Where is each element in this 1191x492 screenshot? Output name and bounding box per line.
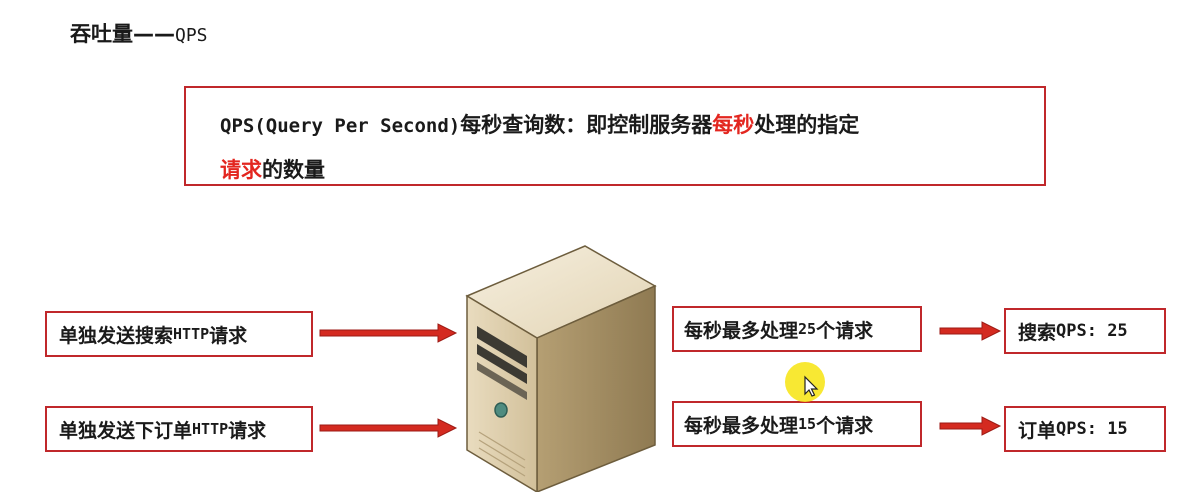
order-capacity-pre: 每秒最多处理 <box>684 414 799 437</box>
order-capacity-box: 每秒最多处理 15 个请求 <box>672 401 922 447</box>
mouse-cursor-icon <box>785 362 825 402</box>
search-request-post: 请求 <box>209 324 248 347</box>
definition-part2: 处理的指定 <box>754 113 860 137</box>
order-qps-box: 订单 QPS: 15 <box>1004 406 1166 452</box>
definition-part3: 的数量 <box>262 158 325 182</box>
search-capacity-box: 每秒最多处理 25 个请求 <box>672 306 922 352</box>
search-request-pre: 单独发送搜索 <box>59 324 174 347</box>
order-capacity-value: 15 <box>798 415 817 433</box>
order-request-post: 请求 <box>228 419 267 442</box>
search-result-arrow <box>939 321 1002 341</box>
search-capacity-pre: 每秒最多处理 <box>684 319 799 342</box>
search-qps-label: 搜索 <box>1018 321 1057 344</box>
order-qps-label: 订单 <box>1018 419 1057 442</box>
definition-box: QPS(Query Per Second)每秒查询数：即控制服务器每秒处理的指定… <box>184 86 1046 186</box>
order-capacity-post: 个请求 <box>816 414 874 437</box>
title-suffix: QPS <box>175 25 208 46</box>
page-title: 吞吐量——QPS <box>70 18 208 48</box>
order-request-pre: 单独发送下订单 <box>59 419 193 442</box>
search-qps-value: QPS: 25 <box>1056 321 1128 341</box>
definition-highlight-request: 请求 <box>220 158 262 182</box>
order-request-http: HTTP <box>192 420 229 438</box>
search-request-box: 单独发送搜索 HTTP 请求 <box>45 311 313 357</box>
search-qps-box: 搜索 QPS: 25 <box>1004 308 1166 354</box>
title-prefix: 吞吐量—— <box>70 22 175 46</box>
definition-part1: 每秒查询数：即控制服务器 <box>460 113 713 137</box>
order-result-arrow <box>939 416 1002 436</box>
search-request-http: HTTP <box>173 325 210 343</box>
order-arrow <box>319 418 458 438</box>
definition-term: QPS(Query Per Second) <box>220 115 461 137</box>
order-qps-value: QPS: 15 <box>1056 419 1128 439</box>
search-capacity-value: 25 <box>798 320 817 338</box>
order-request-box: 单独发送下订单 HTTP 请求 <box>45 406 313 452</box>
definition-highlight-per-second: 每秒 <box>712 113 755 137</box>
server-tower-icon <box>465 245 657 492</box>
search-arrow <box>319 323 458 343</box>
search-capacity-post: 个请求 <box>816 319 874 342</box>
